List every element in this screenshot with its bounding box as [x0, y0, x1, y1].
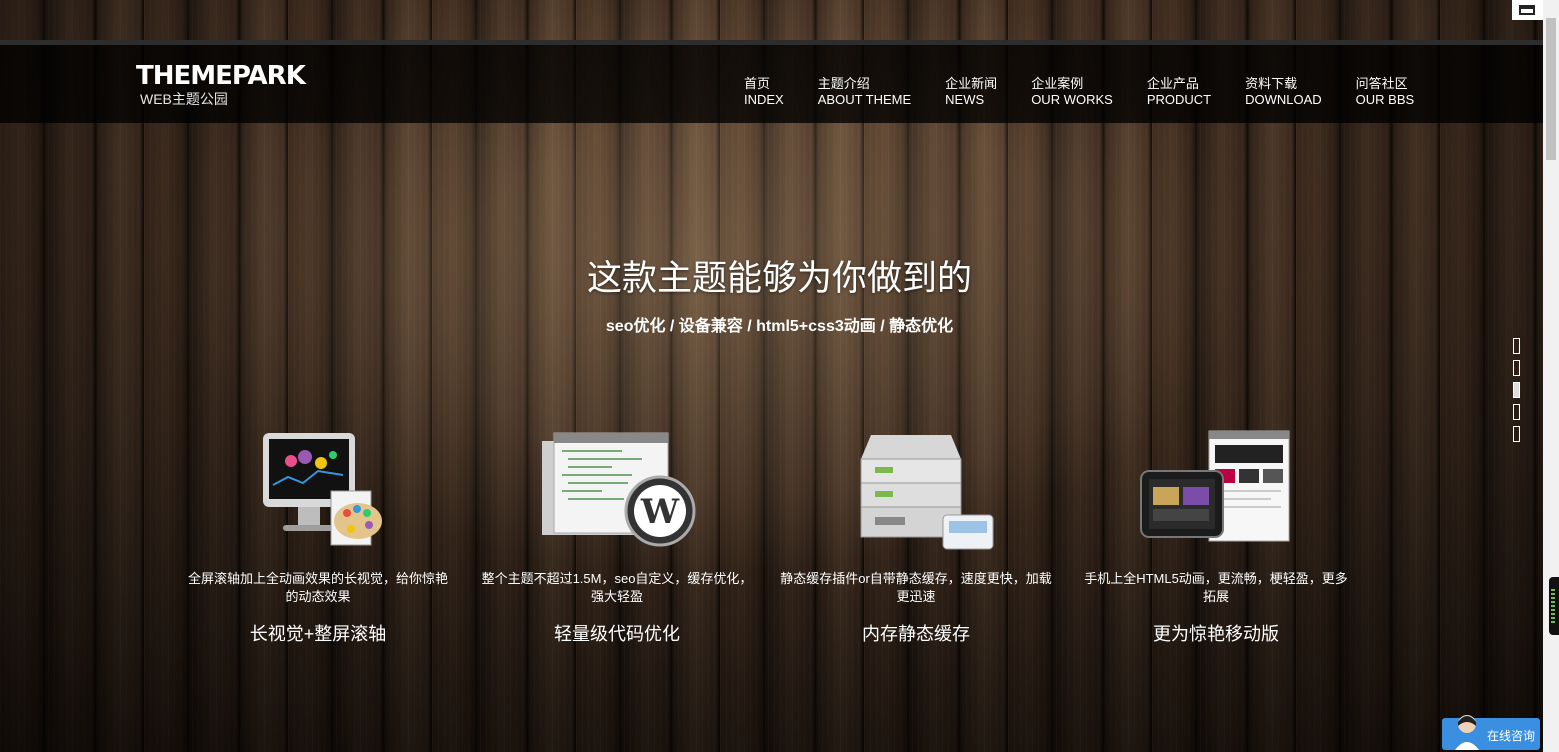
side-audio-widget[interactable] — [1549, 577, 1559, 635]
main-nav: 首页 INDEX 主题介绍 ABOUT THEME 企业新闻 NEWS 企业案例… — [744, 76, 1448, 108]
section-pager — [1513, 338, 1520, 448]
nav-item-product[interactable]: 企业产品 PRODUCT — [1147, 76, 1211, 108]
feature-title: 更为惊艳移动版 — [1153, 624, 1279, 644]
hero-title: 这款主题能够为你做到的 — [586, 259, 972, 298]
nav-label-en: DOWNLOAD — [1245, 92, 1322, 107]
nav-item-index[interactable]: 首页 INDEX — [744, 76, 784, 108]
online-chat-button[interactable]: 在线咨询 — [1442, 715, 1540, 750]
pager-dot[interactable] — [1513, 360, 1520, 376]
feature-card: W 整个主题不超过1.5M，seo自定义，缓存优化，强大轻盈 轻量级代码优化 — [477, 420, 757, 646]
nav-item-about[interactable]: 主题介绍 ABOUT THEME — [818, 76, 911, 108]
scrollbar-thumb[interactable] — [1546, 18, 1556, 160]
nav-item-works[interactable]: 企业案例 OUR WORKS — [1031, 76, 1113, 108]
nav-label-en: ABOUT THEME — [817, 92, 912, 107]
feature-title: 内存静态缓存 — [862, 624, 970, 644]
nav-label-zh: 问答社区 — [1355, 76, 1408, 91]
nav-label-zh: 企业新闻 — [945, 76, 998, 91]
wordpress-code-icon: W — [477, 420, 757, 560]
feature-card: 全屏滚轴加上全动画效果的长视觉，给你惊艳的动态效果 长视觉+整屏滚轴 — [178, 420, 458, 646]
feature-description: 全屏滚轴加上全动画效果的长视觉，给你惊艳的动态效果 — [187, 571, 448, 604]
nav-label-en: OUR WORKS — [1031, 92, 1113, 107]
pager-dot-active[interactable] — [1513, 382, 1520, 398]
page-scrollbar[interactable] — [1543, 0, 1559, 752]
server-icon — [776, 420, 1056, 560]
logo-title: THEMEPARK — [136, 61, 306, 91]
pager-dot[interactable] — [1513, 404, 1520, 420]
svg-text:W: W — [640, 492, 680, 532]
nav-label-zh: 资料下载 — [1245, 76, 1298, 91]
support-agent-icon — [1455, 715, 1479, 750]
nav-label-zh: 主题介绍 — [817, 76, 870, 91]
nav-label-en: INDEX — [744, 92, 784, 107]
nav-label-zh: 企业产品 — [1146, 76, 1199, 91]
window-icon[interactable] — [1512, 0, 1543, 20]
logo-subtitle: WEB主题公园 — [140, 91, 228, 107]
feature-card: 静态缓存插件or自带静态缓存，速度更快，加载更迅速 内存静态缓存 — [776, 420, 1056, 646]
feature-description: 静态缓存插件or自带静态缓存，速度更快，加载更迅速 — [780, 571, 1052, 604]
nav-label-en: OUR BBS — [1355, 92, 1415, 107]
logo[interactable]: THEMEPARK WEB主题公园 — [136, 61, 306, 108]
chat-label: 在线咨询 — [1487, 729, 1536, 743]
tablet-browser-icon — [1076, 420, 1356, 560]
monitor-palette-icon — [178, 420, 458, 560]
feature-description: 整个主题不超过1.5M，seo自定义，缓存优化，强大轻盈 — [481, 571, 753, 604]
feature-title: 轻量级代码优化 — [554, 624, 680, 644]
feature-card: 手机上全HTML5动画，更流畅，梗轻盈，更多拓展 更为惊艳移动版 — [1076, 420, 1356, 646]
nav-label-en: NEWS — [945, 92, 985, 107]
feature-description: 手机上全HTML5动画，更流畅，梗轻盈，更多拓展 — [1084, 571, 1348, 604]
hero-subtitle: seo优化 / 设备兼容 / html5+css3动画 / 静态优化 — [605, 318, 954, 335]
nav-label-zh: 首页 — [744, 76, 771, 91]
nav-item-bbs[interactable]: 问答社区 OUR BBS — [1356, 76, 1415, 108]
nav-item-news[interactable]: 企业新闻 NEWS — [945, 76, 997, 108]
nav-label-zh: 企业案例 — [1031, 76, 1084, 91]
nav-label-en: PRODUCT — [1146, 92, 1212, 107]
nav-item-download[interactable]: 资料下载 DOWNLOAD — [1245, 76, 1322, 108]
feature-title: 长视觉+整屏滚轴 — [249, 624, 387, 644]
pager-dot[interactable] — [1513, 338, 1520, 354]
pager-dot[interactable] — [1513, 426, 1520, 442]
